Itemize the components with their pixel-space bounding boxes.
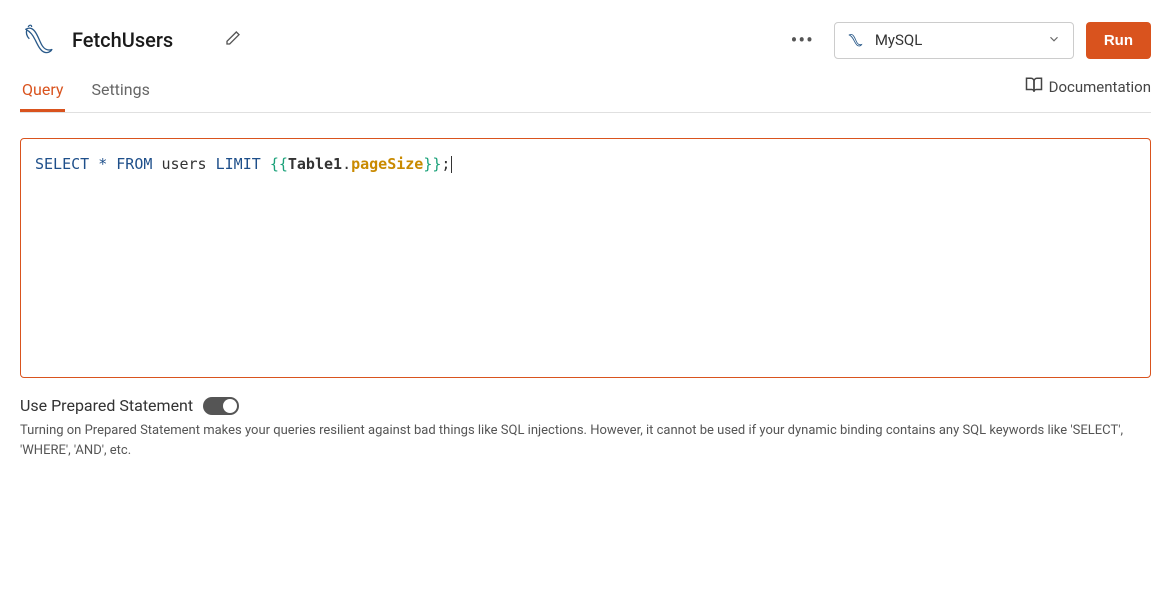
binding-object: Table1 bbox=[288, 155, 342, 173]
text-cursor bbox=[451, 156, 452, 173]
datasource-select[interactable]: MySQL bbox=[834, 22, 1074, 59]
prepared-statement-section: Use Prepared Statement Turning on Prepar… bbox=[20, 396, 1151, 460]
tab-settings[interactable]: Settings bbox=[89, 70, 151, 112]
header-right: ••• MySQL Run bbox=[783, 22, 1151, 59]
run-button[interactable]: Run bbox=[1086, 22, 1151, 59]
binding-dot: . bbox=[342, 155, 351, 173]
binding-open: {{ bbox=[270, 155, 288, 173]
toggle-knob bbox=[223, 399, 237, 413]
prepared-description: Turning on Prepared Statement makes your… bbox=[20, 421, 1151, 460]
sql-keyword: LIMIT bbox=[216, 155, 261, 173]
documentation-link[interactable]: Documentation bbox=[1025, 76, 1151, 106]
binding-property: pageSize bbox=[351, 155, 423, 173]
documentation-label: Documentation bbox=[1049, 78, 1151, 96]
prepared-row: Use Prepared Statement bbox=[20, 396, 1151, 415]
sql-semicolon: ; bbox=[441, 155, 450, 173]
sql-code-editor[interactable]: SELECT * FROM users LIMIT {{Table1.pageS… bbox=[20, 138, 1151, 378]
binding-close: }} bbox=[423, 155, 441, 173]
sql-star: * bbox=[98, 155, 107, 173]
sql-keyword: SELECT bbox=[35, 155, 89, 173]
chevron-down-icon bbox=[1047, 31, 1061, 50]
sql-table: users bbox=[161, 155, 206, 173]
prepared-label: Use Prepared Statement bbox=[20, 396, 193, 415]
sql-keyword: FROM bbox=[116, 155, 152, 173]
tabs-row: Query Settings Documentation bbox=[20, 70, 1151, 113]
tabs: Query Settings bbox=[20, 70, 152, 112]
datasource-label: MySQL bbox=[875, 31, 1037, 49]
query-header: FetchUsers ••• MySQL Run bbox=[20, 20, 1151, 60]
header-left: FetchUsers bbox=[20, 20, 241, 60]
more-menu-icon[interactable]: ••• bbox=[783, 24, 822, 56]
edit-icon[interactable] bbox=[225, 30, 241, 50]
mysql-logo-icon bbox=[20, 20, 60, 60]
tab-query[interactable]: Query bbox=[20, 70, 65, 112]
mysql-small-icon bbox=[847, 31, 865, 49]
book-icon bbox=[1025, 76, 1043, 98]
prepared-toggle[interactable] bbox=[203, 397, 239, 415]
query-name[interactable]: FetchUsers bbox=[72, 28, 173, 52]
